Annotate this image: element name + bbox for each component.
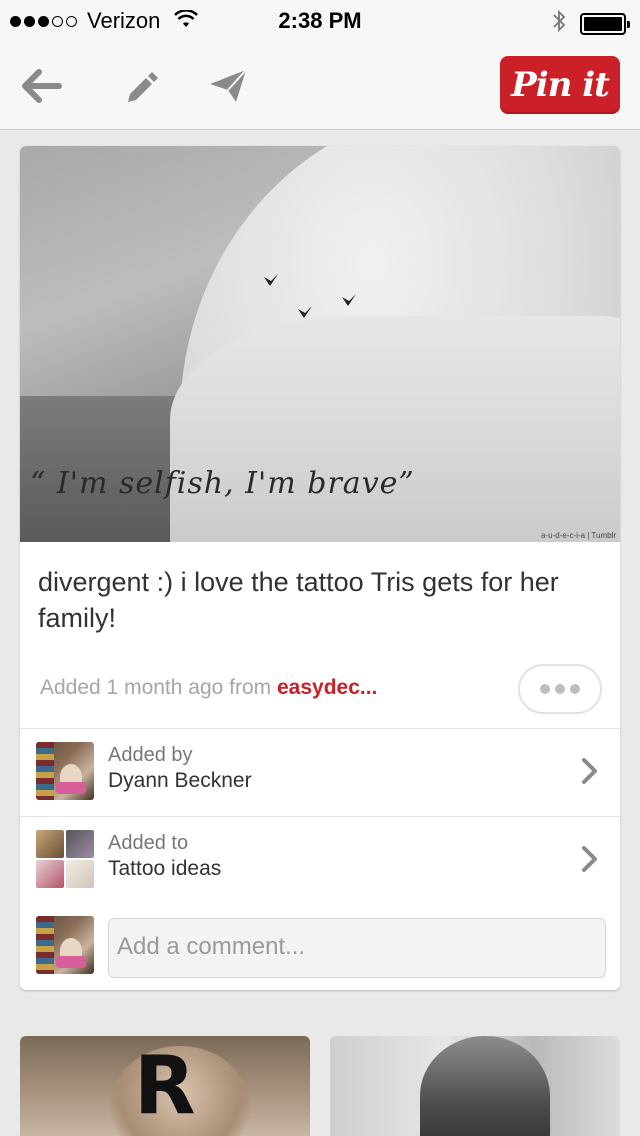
board-name: Tattoo ideas bbox=[108, 857, 222, 880]
pin-card: “ I'm selfish, I'm brave” a-u-d-e-c-i-a … bbox=[20, 146, 620, 990]
bluetooth-icon bbox=[552, 9, 566, 39]
board-thumbnail bbox=[36, 830, 94, 888]
battery-icon bbox=[580, 13, 630, 35]
more-dot-icon bbox=[540, 684, 550, 694]
image-watermark: a-u-d-e-c-i-a | Tumblr bbox=[541, 531, 616, 540]
source-link[interactable]: easydec... bbox=[277, 676, 377, 699]
source-row: Added 1 month ago from easydec... bbox=[40, 676, 600, 706]
added-to-caption: Added to bbox=[108, 832, 189, 854]
comment-input[interactable]: Add a comment... bbox=[108, 918, 606, 978]
bird-tattoo-icon bbox=[298, 306, 312, 318]
current-user-avatar bbox=[36, 916, 94, 974]
pin-image[interactable]: “ I'm selfish, I'm brave” a-u-d-e-c-i-a … bbox=[20, 146, 620, 542]
image-quote: “ I'm selfish, I'm brave” bbox=[30, 466, 415, 501]
more-dot-icon bbox=[570, 684, 580, 694]
added-time: Added 1 month ago from bbox=[40, 676, 277, 699]
chevron-right-icon bbox=[582, 846, 597, 872]
chevron-right-icon bbox=[582, 758, 597, 784]
related-pin[interactable] bbox=[330, 1036, 620, 1136]
pin-description: divergent :) i love the tattoo Tris gets… bbox=[38, 567, 559, 633]
added-to-row[interactable]: Added to Tattoo ideas bbox=[20, 816, 620, 904]
pin-it-button[interactable]: Pin it bbox=[500, 56, 620, 114]
more-options-button[interactable] bbox=[518, 664, 602, 714]
status-bar: Verizon 2:38 PM bbox=[0, 0, 640, 40]
pencil-icon[interactable] bbox=[118, 64, 162, 108]
related-pin[interactable]: R bbox=[20, 1036, 310, 1136]
toolbar: Pin it bbox=[0, 40, 640, 130]
bird-tattoo-icon bbox=[342, 294, 356, 306]
added-by-row[interactable]: Added by Dyann Beckner bbox=[20, 728, 620, 816]
send-icon[interactable] bbox=[206, 64, 250, 108]
comment-row: Add a comment... bbox=[20, 902, 620, 990]
status-right bbox=[552, 9, 630, 39]
clock: 2:38 PM bbox=[278, 8, 362, 33]
more-dot-icon bbox=[555, 684, 565, 694]
pin-letter: R bbox=[134, 1039, 196, 1132]
added-by-name: Dyann Beckner bbox=[108, 769, 252, 792]
user-avatar bbox=[36, 742, 94, 800]
back-arrow-icon[interactable] bbox=[20, 64, 64, 108]
bird-tattoo-icon bbox=[264, 274, 278, 286]
added-by-caption: Added by bbox=[108, 744, 193, 766]
